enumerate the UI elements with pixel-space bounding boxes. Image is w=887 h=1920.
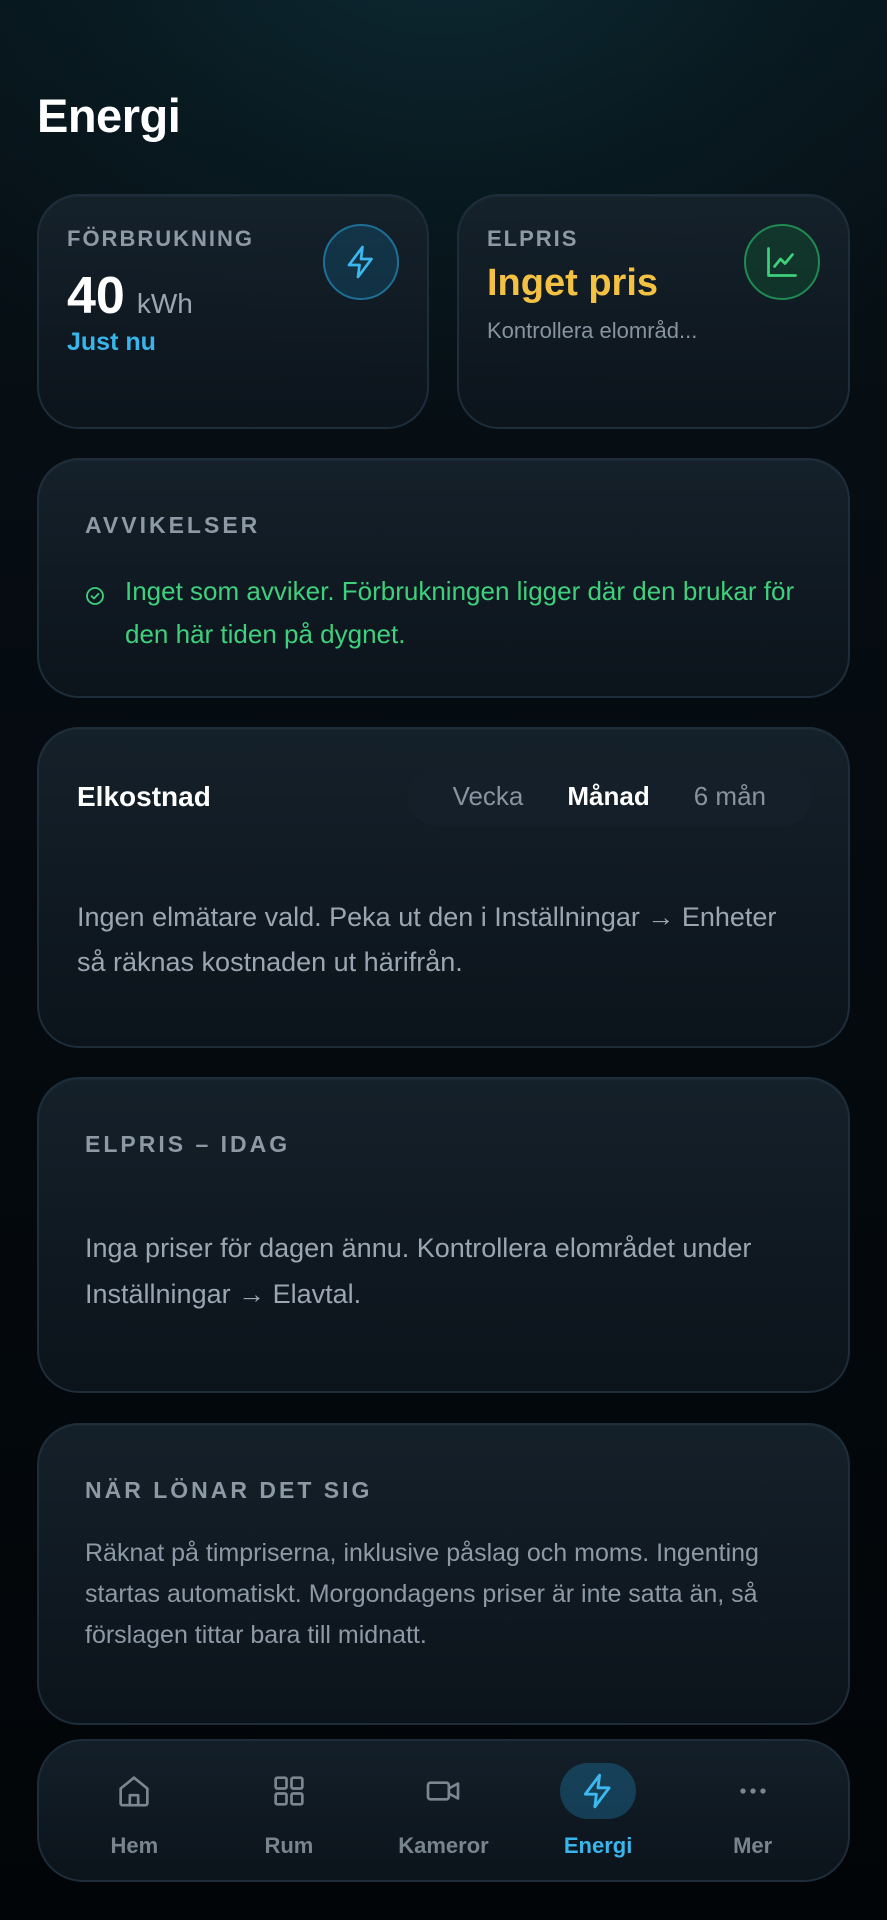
period-6-months[interactable]: 6 mån <box>672 781 788 812</box>
nav-item-rooms[interactable]: Rum <box>219 1763 359 1859</box>
bottom-nav: Hem Rum Kameror Energi Mer <box>37 1739 850 1882</box>
deviations-message: Inget som avviker. Förbrukningen ligger … <box>125 576 795 649</box>
lightning-icon <box>323 224 399 300</box>
grid-icon <box>251 1763 327 1819</box>
usage-status: Just nu <box>67 328 156 356</box>
nav-item-more[interactable]: Mer <box>683 1763 823 1859</box>
nav-label-more: Mer <box>733 1832 773 1858</box>
period-week[interactable]: Vecka <box>431 781 546 812</box>
price-value: Inget pris <box>487 262 659 304</box>
deviations-message-row: Inget som avviker. Förbrukningen ligger … <box>85 570 808 656</box>
check-circle-icon <box>85 586 105 606</box>
usage-value-row: 40 kWh <box>67 266 193 326</box>
usage-unit: kWh <box>136 288 193 319</box>
price-today-card: ELPRIS – IDAG Inga priser för dagen ännu… <box>37 1077 850 1393</box>
deviations-label: AVVIKELSER <box>85 512 261 538</box>
cost-card: Elkostnad Vecka Månad 6 mån Ingen elmäta… <box>37 727 850 1048</box>
page-title: Energi <box>37 89 181 142</box>
when-profitable-card: NÄR LÖNAR DET SIG Räknat på timpriserna,… <box>37 1423 850 1725</box>
price-today-label: ELPRIS – IDAG <box>85 1131 291 1157</box>
deviations-card: AVVIKELSER Inget som avviker. Förbruknin… <box>37 458 850 698</box>
price-subtitle: Kontrollera elområd... <box>487 318 698 343</box>
chart-line-icon <box>744 224 820 300</box>
price-today-message: Inga priser för dagen ännu. Kontrollera … <box>85 1233 752 1309</box>
period-selector: Vecka Månad 6 mån <box>406 766 812 826</box>
nav-item-energy[interactable]: Energi <box>528 1762 668 1859</box>
nav-label-cameras: Kameror <box>398 1832 489 1858</box>
nav-item-home[interactable]: Hem <box>64 1763 204 1859</box>
nav-label-home: Hem <box>110 1832 159 1858</box>
cost-title: Elkostnad <box>77 781 211 812</box>
when-profitable-message: Räknat på timpriserna, inklusive påslag … <box>85 1539 759 1649</box>
home-icon <box>96 1763 172 1819</box>
lightning-icon <box>560 1762 637 1819</box>
period-month[interactable]: Månad <box>545 781 671 812</box>
when-profitable-label: NÄR LÖNAR DET SIG <box>85 1477 373 1503</box>
price-card[interactable]: ELPRIS Inget pris Kontrollera elområd... <box>457 194 850 429</box>
nav-item-cameras[interactable]: Kameror <box>373 1763 513 1859</box>
camera-icon <box>405 1763 481 1819</box>
usage-value: 40 <box>67 267 125 325</box>
usage-label: FÖRBRUKNING <box>67 226 254 251</box>
usage-card[interactable]: FÖRBRUKNING 40 kWh Just nu <box>37 194 429 429</box>
nav-label-rooms: Rum <box>264 1832 314 1858</box>
cost-message: Ingen elmätare vald. Peka ut den i Instä… <box>77 902 777 977</box>
nav-label-energy: Energi <box>563 1832 633 1858</box>
price-label: ELPRIS <box>487 226 579 251</box>
more-icon <box>715 1763 791 1819</box>
